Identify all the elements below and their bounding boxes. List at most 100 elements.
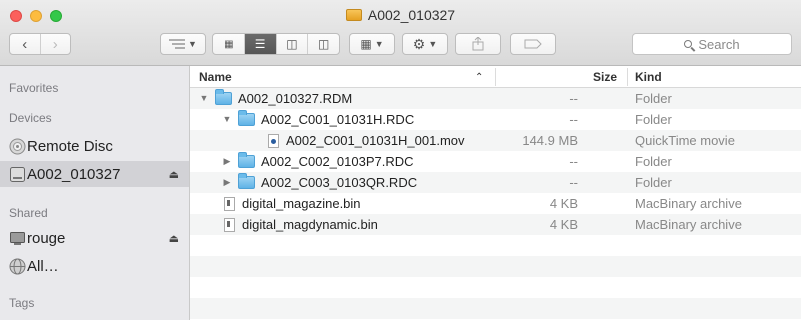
remote-disc-icon bbox=[9, 138, 26, 154]
drive-icon bbox=[10, 166, 25, 182]
file-row[interactable]: digital_magdynamic.bin 4 KB MacBinary ar… bbox=[190, 214, 801, 235]
file-list: Name ⌃ Size Kind ▼ A002_010327.RDM -- Fol… bbox=[190, 66, 801, 320]
back-button[interactable]: ‹ bbox=[10, 34, 41, 54]
sidebar-heading-favorites: Favorites bbox=[9, 81, 59, 95]
column-divider[interactable] bbox=[627, 68, 628, 86]
file-row[interactable]: A002_C001_01031H_001.mov 144.9 MB QuickT… bbox=[190, 130, 801, 151]
sidebar-item-label: rouge bbox=[27, 229, 66, 247]
kind-column-header[interactable]: Kind bbox=[635, 70, 662, 84]
file-size: -- bbox=[569, 112, 578, 127]
file-kind: MacBinary archive bbox=[635, 196, 742, 211]
file-row[interactable]: ▶ A002_C003_0103QR.RDC -- Folder bbox=[190, 172, 801, 193]
file-kind: Folder bbox=[635, 112, 672, 127]
list-view-button[interactable]: ☰ bbox=[244, 34, 277, 54]
disclosure-collapsed-icon[interactable]: ▶ bbox=[222, 151, 232, 172]
share-icon bbox=[472, 37, 484, 51]
arrange-menu-button[interactable]: ▼ bbox=[160, 33, 206, 55]
file-name: A002_C001_01031H_001.mov bbox=[286, 133, 465, 148]
folder-icon bbox=[238, 110, 255, 126]
file-kind: MacBinary archive bbox=[635, 217, 742, 232]
gear-icon: ⚙ bbox=[412, 35, 426, 52]
sidebar-heading-shared: Shared bbox=[9, 206, 48, 220]
chevron-down-icon: ▼ bbox=[188, 39, 197, 49]
chevron-down-icon: ▼ bbox=[374, 39, 384, 49]
file-name: digital_magdynamic.bin bbox=[242, 217, 378, 232]
file-size: -- bbox=[569, 154, 578, 169]
file-row[interactable]: digital_magazine.bin 4 KB MacBinary arch… bbox=[190, 193, 801, 214]
empty-row bbox=[190, 298, 801, 319]
arrange-lines-icon bbox=[169, 39, 186, 49]
file-kind: QuickTime movie bbox=[635, 133, 735, 148]
file-row[interactable]: ▶ A002_C002_0103P7.RDC -- Folder bbox=[190, 151, 801, 172]
size-column-header[interactable]: Size bbox=[593, 70, 617, 84]
sidebar-item-label: A002_010327 bbox=[27, 165, 121, 183]
movie-file-icon bbox=[268, 133, 279, 148]
sidebar-item-remote-disc[interactable]: Remote Disc bbox=[0, 133, 189, 159]
columns-icon: ◫ bbox=[286, 37, 298, 51]
action-menu-button[interactable]: ⚙ ▼ bbox=[402, 33, 448, 55]
search-placeholder: Search bbox=[698, 36, 740, 52]
file-size: 4 KB bbox=[549, 217, 578, 232]
file-name: digital_magazine.bin bbox=[242, 196, 361, 211]
window-title-text: A002_010327 bbox=[367, 7, 456, 23]
column-divider[interactable] bbox=[495, 68, 496, 86]
file-name: A002_C003_0103QR.RDC bbox=[261, 175, 418, 190]
file-size: 144.9 MB bbox=[522, 133, 578, 148]
view-mode-control: ▦ ☰ ◫ ◫ bbox=[212, 33, 340, 55]
share-button[interactable] bbox=[455, 33, 501, 55]
eject-icon[interactable]: ⏏ bbox=[169, 168, 179, 181]
chevron-down-icon: ▼ bbox=[428, 39, 438, 49]
column-header: Name ⌃ Size Kind bbox=[190, 66, 801, 88]
file-kind: Folder bbox=[635, 154, 672, 169]
list-icon: ☰ bbox=[254, 37, 266, 51]
edit-tags-button[interactable] bbox=[510, 33, 556, 55]
empty-row bbox=[190, 256, 801, 277]
grid-icon: ▦ bbox=[224, 38, 234, 50]
eject-icon[interactable]: ⏏ bbox=[169, 232, 179, 245]
search-field[interactable]: Search bbox=[632, 33, 792, 55]
file-kind: Folder bbox=[635, 175, 672, 190]
sidebar: Favorites Devices Remote Disc A002_01032… bbox=[0, 66, 190, 320]
folder-icon bbox=[215, 89, 232, 105]
group-grid-icon: ▦ bbox=[360, 37, 372, 51]
disclosure-expanded-icon[interactable]: ▼ bbox=[222, 109, 232, 130]
window-title: A002_010327 bbox=[0, 5, 801, 25]
disclosure-collapsed-icon[interactable]: ▶ bbox=[222, 172, 232, 193]
document-icon bbox=[224, 196, 235, 211]
sidebar-item-rouge[interactable]: rouge ⏏ bbox=[0, 225, 189, 251]
chevron-right-icon: › bbox=[52, 35, 58, 53]
search-icon bbox=[684, 40, 693, 48]
sort-ascending-icon[interactable]: ⌃ bbox=[475, 72, 483, 83]
drive-icon bbox=[345, 9, 362, 21]
group-menu-button[interactable]: ▦ ▼ bbox=[349, 33, 395, 55]
file-name: A002_010327.RDM bbox=[238, 91, 353, 106]
empty-row bbox=[190, 235, 801, 256]
file-size: -- bbox=[569, 91, 578, 106]
file-name: A002_C002_0103P7.RDC bbox=[261, 154, 414, 169]
file-size: 4 KB bbox=[549, 196, 578, 211]
column-view-button[interactable]: ◫ bbox=[277, 34, 309, 54]
name-column-header[interactable]: Name bbox=[199, 70, 232, 84]
document-icon bbox=[224, 217, 235, 232]
cover-flow-button[interactable]: ◫ bbox=[308, 34, 339, 54]
folder-icon bbox=[238, 152, 255, 168]
file-kind: Folder bbox=[635, 91, 672, 106]
sidebar-item-a002-010327[interactable]: A002_010327 ⏏ bbox=[0, 161, 189, 187]
sidebar-item-label: Remote Disc bbox=[27, 137, 113, 155]
title-bar: A002_010327 ‹ › ▼ ▦ ☰ ◫ ◫ ▦ ▼ ⚙ ▼ Search bbox=[0, 0, 801, 66]
sidebar-heading-devices: Devices bbox=[9, 111, 52, 125]
file-row[interactable]: ▼ A002_C001_01031H.RDC -- Folder bbox=[190, 109, 801, 130]
empty-row bbox=[190, 277, 801, 298]
icon-view-button[interactable]: ▦ bbox=[213, 34, 245, 54]
sidebar-item-label: All… bbox=[27, 257, 59, 275]
finder-window: A002_010327 ‹ › ▼ ▦ ☰ ◫ ◫ ▦ ▼ ⚙ ▼ Search… bbox=[0, 0, 801, 320]
computer-icon bbox=[10, 231, 25, 245]
disclosure-expanded-icon[interactable]: ▼ bbox=[199, 88, 209, 109]
tag-icon bbox=[524, 39, 542, 49]
sidebar-item-all[interactable]: All… bbox=[0, 253, 189, 279]
network-icon bbox=[9, 258, 26, 274]
forward-button[interactable]: › bbox=[41, 34, 71, 54]
file-size: -- bbox=[569, 175, 578, 190]
nav-buttons: ‹ › bbox=[9, 33, 71, 55]
file-row[interactable]: ▼ A002_010327.RDM -- Folder bbox=[190, 88, 801, 109]
